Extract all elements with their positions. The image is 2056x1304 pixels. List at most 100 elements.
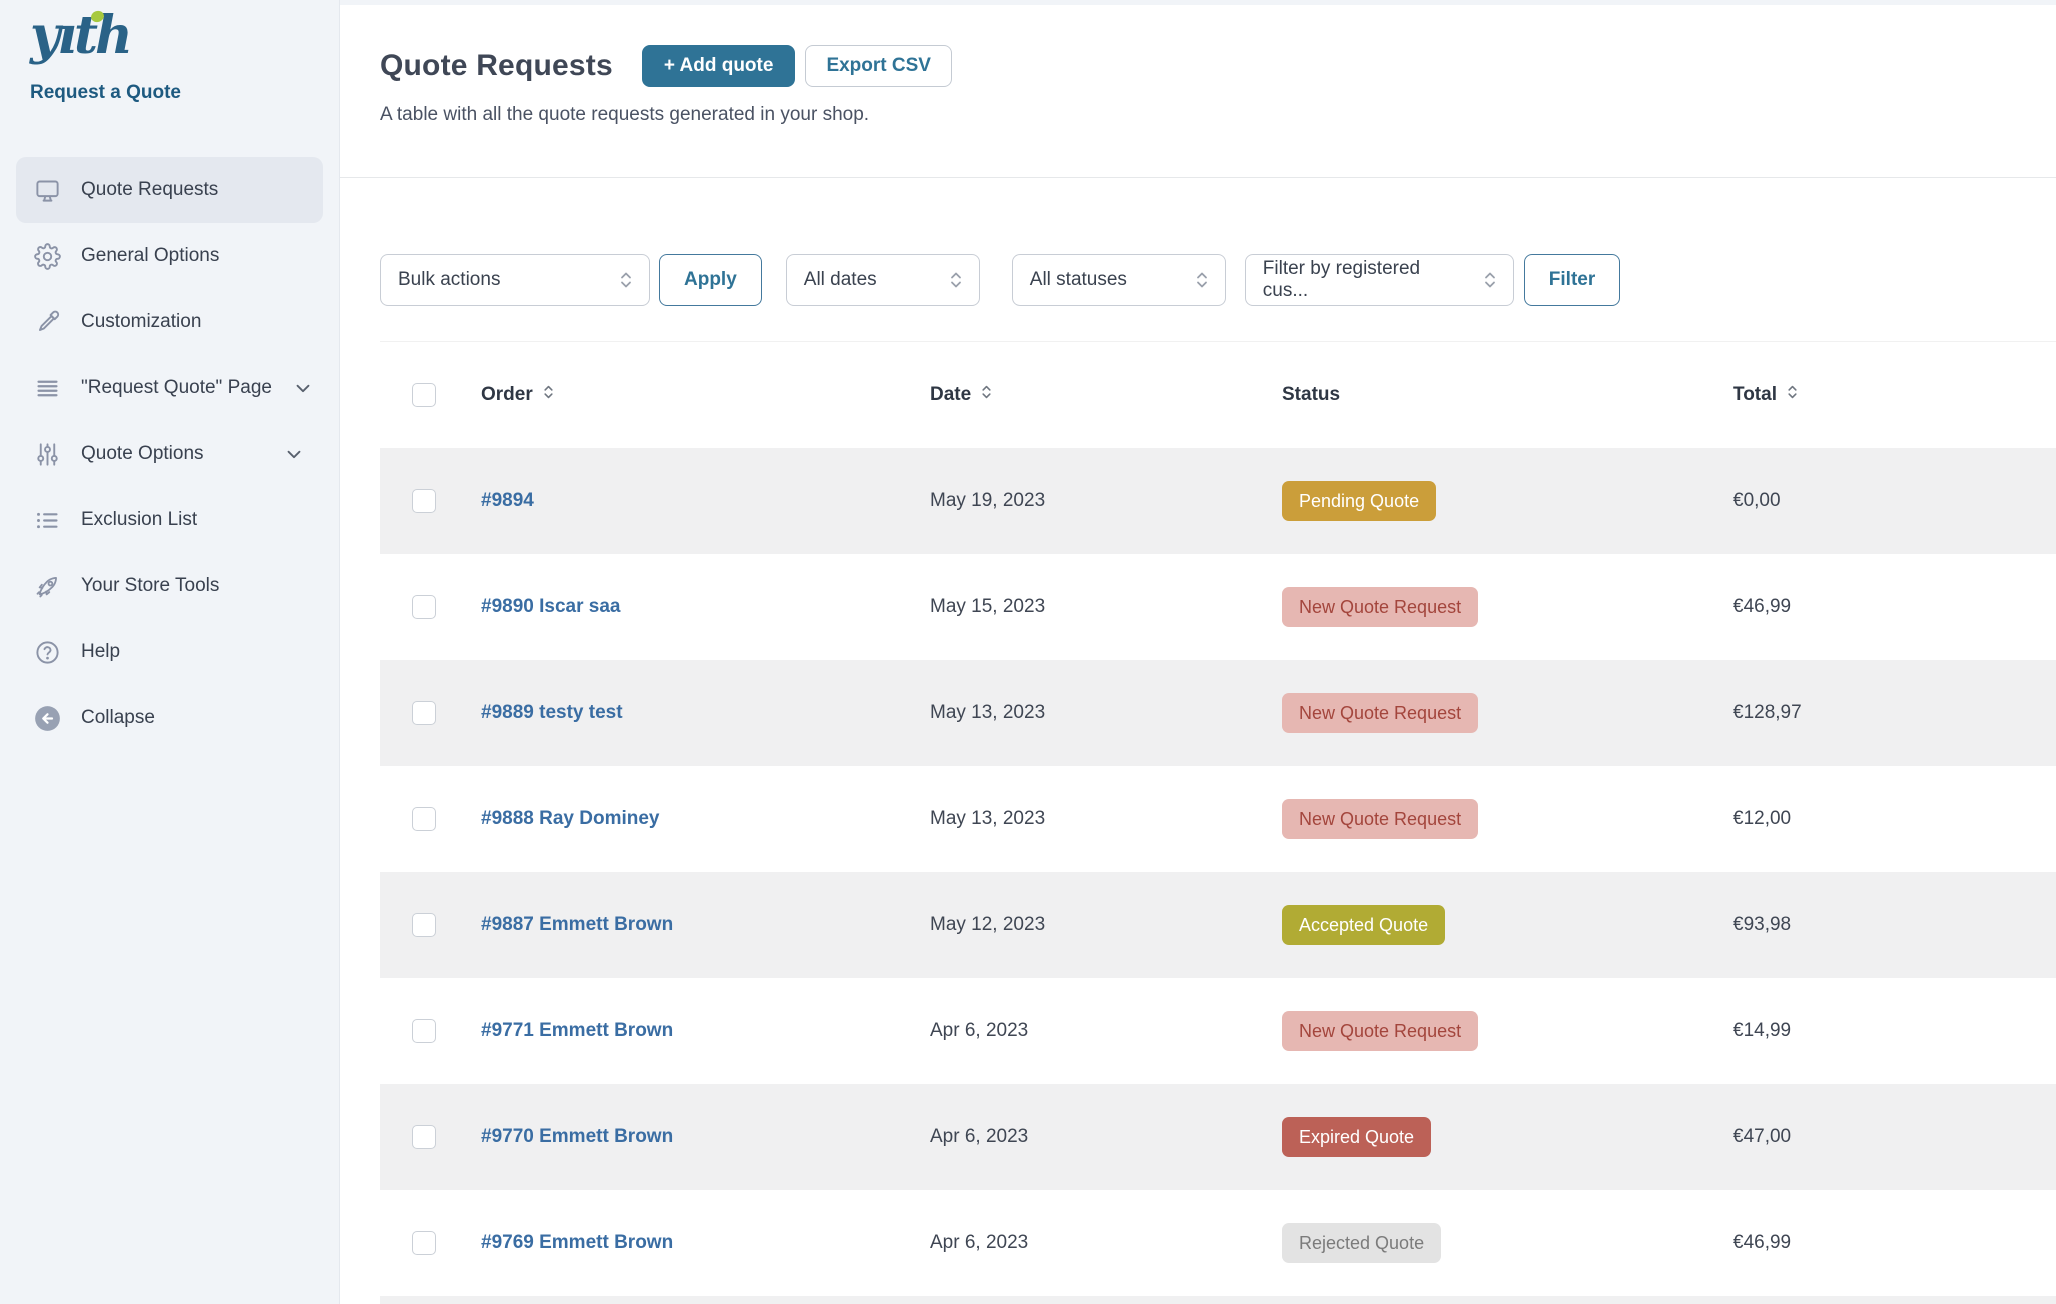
row-checkbox[interactable] — [412, 807, 436, 831]
customer-filter-label: Filter by registered cus... — [1263, 258, 1469, 302]
row-checkbox[interactable] — [412, 1019, 436, 1043]
status-badge: New Quote Request — [1282, 587, 1478, 627]
order-date: May 13, 2023 — [930, 702, 1282, 724]
table-row: #9771 Emmett BrownApr 6, 2023New Quote R… — [380, 978, 2056, 1084]
status-badge: Accepted Quote — [1282, 905, 1445, 945]
page-header: Quote Requests + Add quote Export CSV A … — [340, 5, 2056, 178]
brand-logo: yıth Request a Quote — [30, 6, 181, 104]
status-badge: New Quote Request — [1282, 799, 1478, 839]
statuses-label: All statuses — [1030, 269, 1127, 291]
table-row: #9889 testy test May 13, 2023New Quote Re… — [380, 660, 2056, 766]
status-badge: Expired Quote — [1282, 1117, 1431, 1157]
sidebar-item-label: Exclusion List — [81, 509, 197, 531]
add-quote-button[interactable]: + Add quote — [642, 45, 796, 87]
chevron-down-icon — [292, 377, 314, 399]
status-badge: Pending Quote — [1282, 481, 1436, 521]
sort-arrows-icon — [541, 382, 556, 408]
collapse-button[interactable]: Collapse — [16, 685, 323, 751]
row-checkbox[interactable] — [412, 1231, 436, 1255]
sidebar-item-quote-options[interactable]: Quote Options — [16, 421, 323, 487]
sliders-icon — [34, 441, 61, 468]
order-date: May 12, 2023 — [930, 914, 1282, 936]
sidebar-item-general-options[interactable]: General Options — [16, 223, 323, 289]
order-link[interactable]: #9770 Emmett Brown — [481, 1126, 673, 1147]
select-arrows-icon — [947, 268, 965, 292]
sidebar-item-label: General Options — [81, 245, 219, 267]
next-row-partial — [380, 1296, 2056, 1304]
select-arrows-icon — [1193, 268, 1211, 292]
row-checkbox[interactable] — [412, 595, 436, 619]
collapse-arrow-icon — [34, 705, 61, 732]
order-link[interactable]: #9894 — [481, 490, 534, 511]
order-total: €128,97 — [1733, 702, 2056, 724]
table-header-row: Order Date Status Total — [380, 342, 2056, 448]
status-badge: New Quote Request — [1282, 693, 1478, 733]
order-date: Apr 6, 2023 — [930, 1020, 1282, 1042]
order-link[interactable]: #9889 testy test — [481, 702, 623, 723]
sidebar-item-label: Customization — [81, 311, 201, 333]
order-total: €12,00 — [1733, 808, 2056, 830]
export-csv-button[interactable]: Export CSV — [805, 45, 952, 87]
sidebar-item-customization[interactable]: Customization — [16, 289, 323, 355]
order-total: €46,99 — [1733, 596, 2056, 618]
sidebar-item-your-store-tools[interactable]: Your Store Tools — [16, 553, 323, 619]
order-date: May 19, 2023 — [930, 490, 1282, 512]
select-all-checkbox[interactable] — [412, 383, 436, 407]
table-row: #9887 Emmett Brown May 12, 2023Accepted Q… — [380, 872, 2056, 978]
select-arrows-icon — [1481, 268, 1499, 292]
sidebar-item-label: Quote Requests — [81, 179, 218, 201]
sidebar-item-label: Quote Options — [81, 443, 204, 465]
order-date: Apr 6, 2023 — [930, 1232, 1282, 1254]
row-checkbox[interactable] — [412, 701, 436, 725]
row-checkbox[interactable] — [412, 1125, 436, 1149]
order-link[interactable]: #9890 Iscar saa — [481, 596, 620, 617]
column-label: Status — [1282, 384, 1340, 406]
apply-button[interactable]: Apply — [659, 254, 762, 306]
filter-bar: Bulk actions Apply All dates All statuse… — [380, 254, 1620, 306]
order-total: €46,99 — [1733, 1232, 2056, 1254]
order-date: May 15, 2023 — [930, 596, 1282, 618]
sidebar-item-request-quote-page[interactable]: "Request Quote" Page — [16, 355, 323, 421]
sidebar-item-label: Collapse — [81, 707, 155, 729]
row-checkbox[interactable] — [412, 489, 436, 513]
sidebar-item-label: "Request Quote" Page — [81, 377, 272, 399]
column-header-order[interactable]: Order — [481, 382, 930, 408]
page-lines-icon — [34, 375, 61, 402]
order-total: €0,00 — [1733, 490, 2056, 512]
sidebar-item-exclusion-list[interactable]: Exclusion List — [16, 487, 323, 553]
statuses-select[interactable]: All statuses — [1012, 254, 1226, 306]
sort-arrows-icon — [979, 382, 994, 408]
table-body: #9894 May 19, 2023Pending Quote €0,00 #9890… — [380, 448, 2056, 1296]
order-date: Apr 6, 2023 — [930, 1126, 1282, 1148]
column-label: Total — [1733, 384, 1777, 406]
page-title: Quote Requests — [380, 49, 613, 83]
order-link[interactable]: #9888 Ray Dominey — [481, 808, 660, 829]
order-date: May 13, 2023 — [930, 808, 1282, 830]
yith-logo-text: yıth — [30, 5, 130, 66]
sidebar: yıth Request a Quote Quote Requests Gener… — [0, 0, 340, 1304]
column-header-date[interactable]: Date — [930, 382, 1282, 408]
order-link[interactable]: #9887 Emmett Brown — [481, 914, 673, 935]
bulk-actions-label: Bulk actions — [398, 269, 500, 291]
column-header-total[interactable]: Total — [1733, 382, 2056, 408]
filter-button[interactable]: Filter — [1524, 254, 1620, 306]
order-total: €47,00 — [1733, 1126, 2056, 1148]
customer-filter-select[interactable]: Filter by registered cus... — [1245, 254, 1514, 306]
help-circle-icon — [34, 639, 61, 666]
order-total: €93,98 — [1733, 914, 2056, 936]
row-checkbox[interactable] — [412, 913, 436, 937]
sidebar-item-quote-requests[interactable]: Quote Requests — [16, 157, 323, 223]
sidebar-item-label: Help — [81, 641, 120, 663]
list-icon — [34, 507, 61, 534]
order-link[interactable]: #9771 Emmett Brown — [481, 1020, 673, 1041]
table-row: #9770 Emmett Brown Apr 6, 2023Expired Quo… — [380, 1084, 2056, 1190]
sidebar-item-help[interactable]: Help — [16, 619, 323, 685]
table-row: #9894 May 19, 2023Pending Quote €0,00 — [380, 448, 2056, 554]
order-total: €14,99 — [1733, 1020, 2056, 1042]
bulk-actions-select[interactable]: Bulk actions — [380, 254, 650, 306]
dates-label: All dates — [804, 269, 877, 291]
status-badge: Rejected Quote — [1282, 1223, 1441, 1263]
order-link[interactable]: #9769 Emmett Brown — [481, 1232, 673, 1253]
select-arrows-icon — [617, 268, 635, 292]
dates-select[interactable]: All dates — [786, 254, 980, 306]
